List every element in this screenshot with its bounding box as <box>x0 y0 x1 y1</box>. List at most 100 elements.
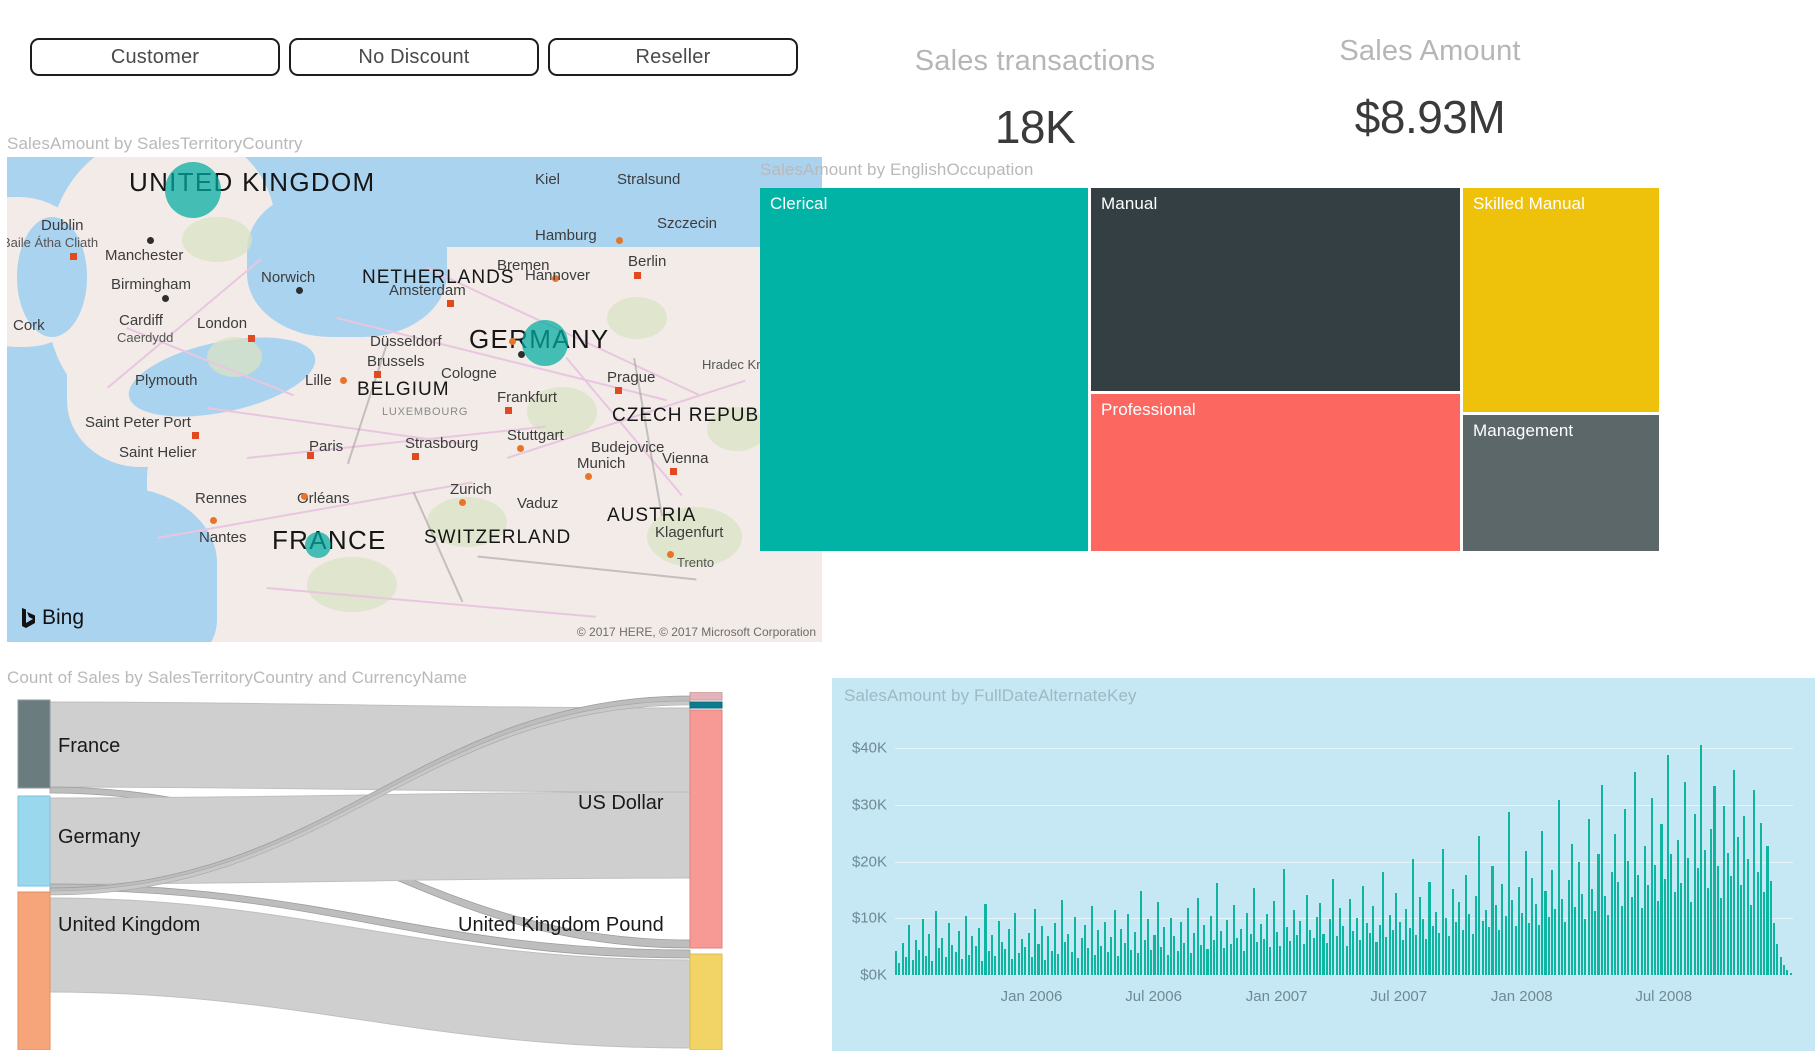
bar[interactable] <box>1421 918 1424 975</box>
bar[interactable] <box>1445 917 1448 975</box>
bar[interactable] <box>1624 808 1627 975</box>
bar[interactable] <box>961 958 964 975</box>
bar[interactable] <box>1093 955 1096 975</box>
bar[interactable] <box>1252 887 1255 975</box>
bar[interactable] <box>1388 914 1391 975</box>
bar[interactable] <box>1511 900 1514 975</box>
bar[interactable] <box>1189 952 1192 975</box>
bar[interactable] <box>1730 876 1733 975</box>
bar[interactable] <box>1113 909 1116 975</box>
bar[interactable] <box>898 963 901 975</box>
sankey-node-other-1[interactable] <box>689 691 723 701</box>
bar[interactable] <box>948 922 951 975</box>
bar[interactable] <box>1756 872 1759 975</box>
bar[interactable] <box>1309 929 1312 975</box>
bar[interactable] <box>974 946 977 975</box>
bar[interactable] <box>1063 941 1067 975</box>
bar[interactable] <box>1246 912 1249 975</box>
bar[interactable] <box>1438 932 1441 975</box>
bar[interactable] <box>1710 829 1713 975</box>
bar[interactable] <box>1156 901 1159 975</box>
bar[interactable] <box>1133 931 1136 975</box>
bar[interactable] <box>1107 952 1110 975</box>
bar[interactable] <box>895 950 898 975</box>
bar[interactable] <box>1276 931 1279 975</box>
bar[interactable] <box>1037 944 1040 975</box>
bar[interactable] <box>1617 882 1620 975</box>
bar[interactable] <box>1073 917 1076 975</box>
bar[interactable] <box>1554 908 1557 975</box>
bar[interactable] <box>1226 920 1229 975</box>
bar[interactable] <box>1524 851 1527 975</box>
sankey-node-france[interactable] <box>17 699 51 789</box>
bar[interactable] <box>1166 954 1169 975</box>
bar[interactable] <box>1332 879 1335 975</box>
bar[interactable] <box>1358 939 1361 975</box>
sankey-node-us-dollar[interactable] <box>689 709 723 949</box>
bar[interactable] <box>1776 944 1779 975</box>
bar[interactable] <box>1541 831 1544 975</box>
bar[interactable] <box>1030 957 1033 975</box>
bar[interactable] <box>977 927 980 975</box>
bar[interactable] <box>1110 937 1113 975</box>
bar[interactable] <box>1044 960 1047 975</box>
bar[interactable] <box>1312 938 1315 975</box>
bar[interactable] <box>1034 908 1037 975</box>
bar[interactable] <box>1229 943 1232 975</box>
bar[interactable] <box>1027 932 1030 975</box>
bar[interactable] <box>1643 846 1646 975</box>
bar[interactable] <box>1203 924 1206 975</box>
bar[interactable] <box>901 943 904 975</box>
bar[interactable] <box>1749 905 1752 975</box>
bar[interactable] <box>1484 909 1487 975</box>
bar[interactable] <box>1299 920 1302 975</box>
bar[interactable] <box>1766 845 1769 975</box>
bar[interactable] <box>1527 923 1530 975</box>
bar[interactable] <box>1677 839 1680 975</box>
bar[interactable] <box>1461 929 1464 975</box>
bar[interactable] <box>1090 906 1093 975</box>
bar[interactable] <box>1415 934 1418 975</box>
bar[interactable] <box>1289 941 1292 975</box>
bar[interactable] <box>1186 908 1189 975</box>
bar[interactable] <box>1392 930 1395 975</box>
bar[interactable] <box>1468 913 1471 975</box>
bar[interactable] <box>1706 887 1709 975</box>
bar[interactable] <box>1100 945 1103 975</box>
bar[interactable] <box>1577 862 1580 975</box>
bar[interactable] <box>1673 892 1676 975</box>
bar[interactable] <box>1232 905 1236 975</box>
bar[interactable] <box>1411 859 1414 975</box>
bar[interactable] <box>1319 903 1322 975</box>
bar[interactable] <box>1653 865 1656 975</box>
bar[interactable] <box>1083 925 1086 975</box>
bar[interactable] <box>1590 888 1593 975</box>
bar[interactable] <box>1746 859 1749 975</box>
bar[interactable] <box>1382 872 1385 975</box>
kpi-card-sales-transactions[interactable]: Sales transactions 18K <box>900 45 1170 154</box>
bar[interactable] <box>1786 969 1789 975</box>
bar[interactable] <box>1279 945 1282 975</box>
sankey-node-united-kingdom[interactable] <box>17 891 51 1051</box>
bar[interactable] <box>921 919 924 975</box>
bar[interactable] <box>1302 944 1305 975</box>
sankey-canvas[interactable]: France Germany United Kingdom US Dollar … <box>0 691 800 1051</box>
treemap-cell-manual[interactable]: Manual <box>1091 188 1460 391</box>
bar[interactable] <box>1508 812 1511 975</box>
bar[interactable] <box>1716 866 1719 975</box>
bar[interactable] <box>1640 907 1643 975</box>
bar[interactable] <box>1342 926 1345 975</box>
bar[interactable] <box>908 924 911 975</box>
bar[interactable] <box>1348 899 1352 975</box>
bar[interactable] <box>911 959 914 975</box>
bar[interactable] <box>1789 972 1792 975</box>
bar[interactable] <box>928 934 931 975</box>
bar[interactable] <box>1249 934 1252 975</box>
bar[interactable] <box>1209 915 1212 975</box>
bar[interactable] <box>1594 910 1597 975</box>
kpi-card-sales-amount[interactable]: Sales Amount $8.93M <box>1290 35 1570 144</box>
bar[interactable] <box>1517 886 1520 975</box>
bar[interactable] <box>1491 865 1494 975</box>
bar[interactable] <box>1183 942 1186 975</box>
bar[interactable] <box>1001 942 1004 975</box>
